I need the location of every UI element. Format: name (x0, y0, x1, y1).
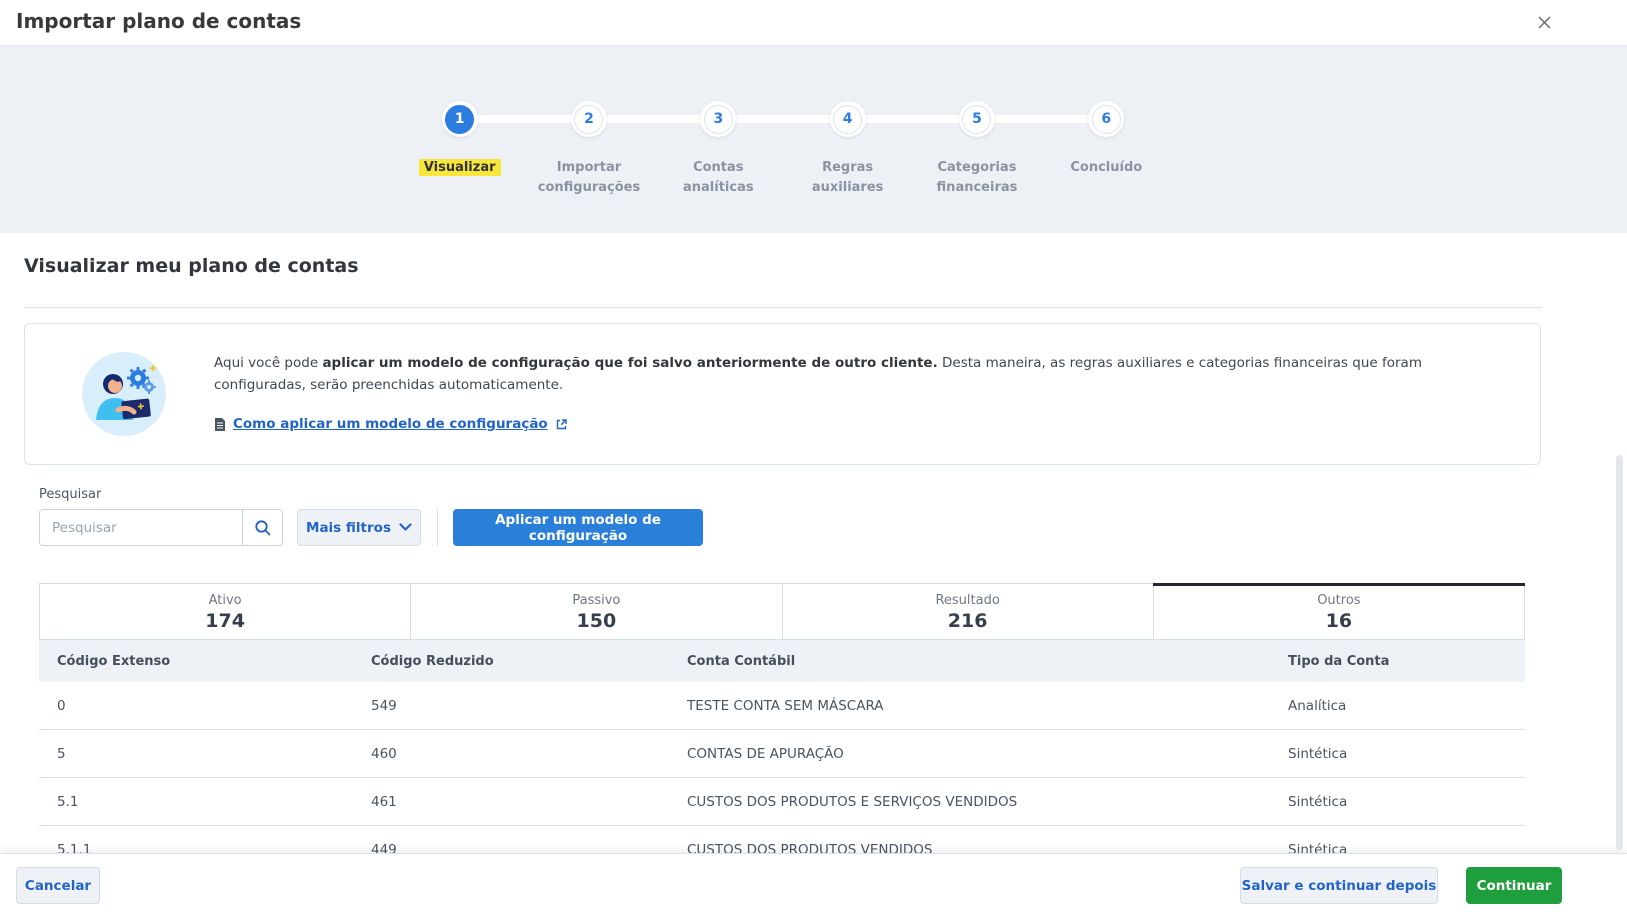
cell-codigo-reduzido: 549 (353, 698, 669, 714)
tab-ativo-label: Ativo (40, 592, 410, 609)
tab-passivo[interactable]: Passivo 150 (411, 584, 782, 639)
cell-codigo-extenso: 5.1.1 (39, 842, 353, 854)
step-1-highlighted-text: Visualizar (419, 159, 501, 176)
search-group (39, 509, 283, 546)
continue-button[interactable]: Continuar (1466, 867, 1562, 904)
step-5-number: 5 (962, 105, 991, 134)
search-icon (254, 519, 272, 537)
search-button[interactable] (242, 510, 282, 545)
tab-outros[interactable]: Outros 16 (1154, 584, 1524, 639)
column-header-conta-contabil: Conta Contábil (669, 654, 1270, 669)
table-header-row: Código Extenso Código Reduzido Conta Con… (39, 640, 1525, 682)
step-regras-auxiliares: 4 Regras auxiliares (783, 101, 912, 198)
apply-config-template-button[interactable]: Aplicar um modelo de configuração (453, 509, 703, 546)
step-3-circle[interactable]: 3 (700, 101, 736, 137)
cell-codigo-reduzido: 460 (353, 746, 669, 762)
step-3-label: Contas analíticas (656, 158, 781, 198)
step-6-number: 6 (1092, 105, 1121, 134)
modal-footer: Cancelar Salvar e continuar depois Conti… (0, 853, 1627, 912)
step-4-circle[interactable]: 4 (830, 101, 866, 137)
cell-conta-contabil: CONTAS DE APURAÇÃO (669, 746, 1270, 762)
tab-passivo-label: Passivo (411, 592, 781, 609)
import-chart-of-accounts-modal: Importar plano de contas 1 Visualizar 2 … (0, 0, 1627, 912)
person-gears-illustration-icon (80, 350, 168, 438)
table-row: 5.1 461 CUSTOS DOS PRODUTOS E SERVIÇOS V… (39, 778, 1525, 826)
cell-conta-contabil: CUSTOS DOS PRODUTOS E SERVIÇOS VENDIDOS (669, 794, 1270, 810)
step-4-label: Regras auxiliares (785, 158, 910, 198)
step-6-circle[interactable]: 6 (1088, 101, 1124, 137)
save-and-continue-later-button[interactable]: Salvar e continuar depois (1240, 867, 1438, 904)
tab-resultado-label: Resultado (783, 592, 1153, 609)
account-type-tabs: Ativo 174 Passivo 150 Resultado 216 Outr… (39, 583, 1525, 640)
step-1-number: 1 (445, 105, 474, 134)
tab-resultado[interactable]: Resultado 216 (783, 584, 1154, 639)
cell-tipo-da-conta: Sintética (1270, 842, 1525, 854)
chevron-down-icon (399, 523, 412, 532)
toolbar-divider (437, 509, 438, 546)
cell-codigo-extenso: 0 (39, 698, 353, 714)
external-link-icon (555, 418, 568, 431)
step-visualizar: 1 Visualizar (395, 101, 524, 198)
search-input[interactable] (40, 510, 242, 545)
cancel-button[interactable]: Cancelar (16, 867, 100, 904)
step-5-label: Categorias financeiras (914, 158, 1039, 198)
cell-codigo-extenso: 5.1 (39, 794, 353, 810)
column-header-tipo-da-conta: Tipo da Conta (1270, 654, 1525, 669)
table-row: 0 549 TESTE CONTA SEM MÁSCARA Analítica (39, 682, 1525, 730)
cell-codigo-reduzido: 461 (353, 794, 669, 810)
step-6-label: Concluído (1070, 158, 1142, 178)
modal-title: Importar plano de contas (16, 9, 301, 33)
step-2-number: 2 (574, 105, 603, 134)
step-contas-analiticas: 3 Contas analíticas (654, 101, 783, 198)
cell-codigo-extenso: 5 (39, 746, 353, 762)
search-label: Pesquisar (39, 487, 101, 502)
cell-conta-contabil: TESTE CONTA SEM MÁSCARA (669, 698, 1270, 714)
tab-resultado-count: 216 (783, 609, 1153, 633)
step-2-label: Importar configurações (526, 158, 651, 198)
stepper-band: 1 Visualizar 2 Importar configurações 3 … (0, 46, 1627, 233)
document-icon (214, 417, 226, 432)
step-categorias-financeiras: 5 Categorias financeiras (912, 101, 1041, 198)
step-1-circle[interactable]: 1 (442, 101, 478, 137)
tab-outros-count: 16 (1154, 609, 1524, 633)
cell-tipo-da-conta: Sintética (1270, 794, 1525, 810)
step-importar-configuracoes: 2 Importar configurações (524, 101, 653, 198)
step-concluido: 6 Concluído (1042, 101, 1171, 198)
how-to-apply-template-link[interactable]: Como aplicar um modelo de configuração (233, 416, 548, 432)
modal-header: Importar plano de contas (0, 0, 1627, 46)
config-template-info-box: Aqui você pode aplicar um modelo de conf… (24, 323, 1541, 465)
step-3-number: 3 (704, 105, 733, 134)
more-filters-button[interactable]: Mais filtros (297, 509, 421, 546)
tab-passivo-count: 150 (411, 609, 781, 633)
column-header-codigo-reduzido: Código Reduzido (353, 654, 669, 669)
table-row: 5 460 CONTAS DE APURAÇÃO Sintética (39, 730, 1525, 778)
step-4-number: 4 (833, 105, 862, 134)
info-paragraph: Aqui você pode aplicar um modelo de conf… (214, 352, 1434, 396)
tab-ativo-count: 174 (40, 609, 410, 633)
column-header-codigo-extenso: Código Extenso (39, 654, 353, 669)
more-filters-label: Mais filtros (306, 520, 391, 536)
main-content: Visualizar meu plano de contas (0, 233, 1627, 853)
info-text-prefix: Aqui você pode (214, 355, 322, 371)
close-icon[interactable] (1533, 11, 1555, 33)
step-2-circle[interactable]: 2 (571, 101, 607, 137)
cell-conta-contabil: CUSTOS DOS PRODUTOS VENDIDOS (669, 842, 1270, 854)
section-title: Visualizar meu plano de contas (24, 255, 359, 277)
wizard-stepper: 1 Visualizar 2 Importar configurações 3 … (395, 101, 1171, 221)
step-5-circle[interactable]: 5 (959, 101, 995, 137)
dotted-divider (24, 307, 1541, 308)
vertical-scrollbar-thumb[interactable] (1616, 455, 1623, 850)
help-link-row: Como aplicar um modelo de configuração (214, 416, 568, 432)
info-text-bold: aplicar um modelo de configuração que fo… (322, 355, 937, 371)
tab-outros-label: Outros (1154, 592, 1524, 609)
step-1-label: Visualizar (419, 158, 501, 178)
tab-ativo[interactable]: Ativo 174 (40, 584, 411, 639)
table-row-partially-visible: 5.1.1 449 CUSTOS DOS PRODUTOS VENDIDOS S… (39, 826, 1525, 853)
cell-tipo-da-conta: Analítica (1270, 698, 1525, 714)
cell-tipo-da-conta: Sintética (1270, 746, 1525, 762)
cell-codigo-reduzido: 449 (353, 842, 669, 854)
